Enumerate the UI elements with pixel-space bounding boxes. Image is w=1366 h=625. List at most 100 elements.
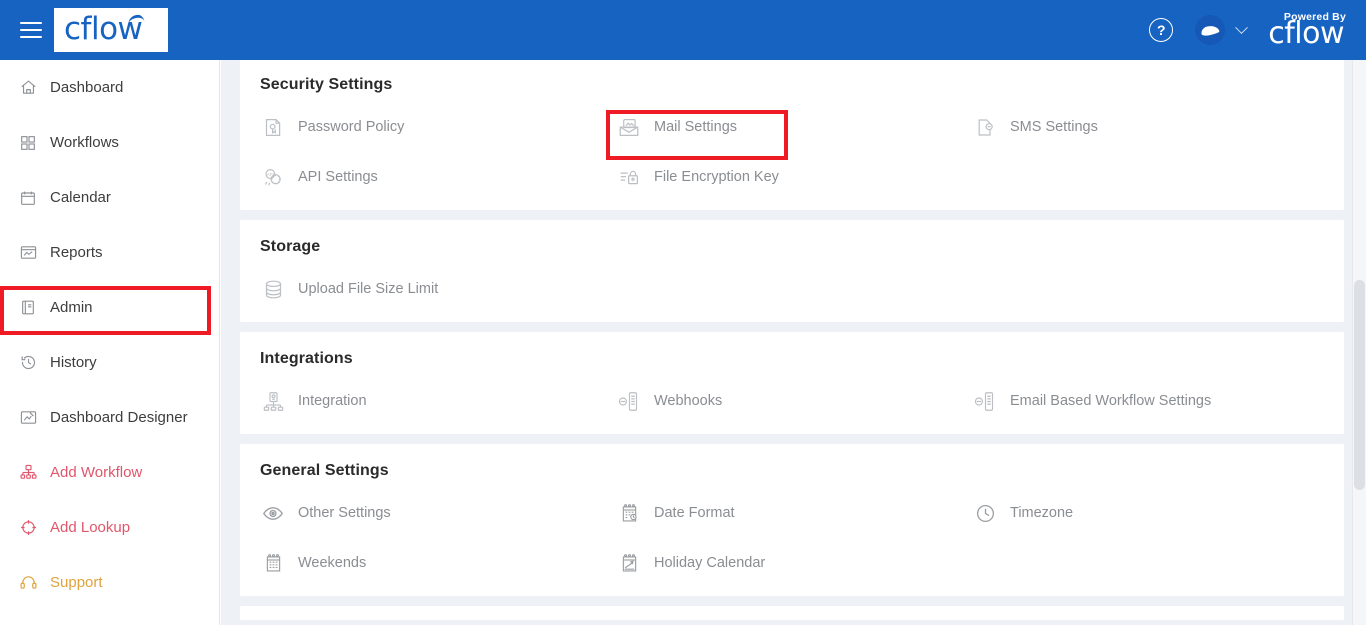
sidebar-item-label: Support — [50, 574, 103, 591]
sms-phone-icon — [972, 114, 998, 140]
option-label: Holiday Calendar — [654, 554, 766, 571]
option-other-settings[interactable]: Other Settings — [260, 496, 616, 530]
option-timezone[interactable]: Timezone — [972, 496, 1328, 530]
powered-by-cflow-logo: Powered By cflow — [1268, 11, 1356, 49]
sidebar-item-workflows[interactable]: Workflows — [0, 115, 219, 170]
sidebar-item-label: Add Lookup — [50, 519, 131, 536]
sidebar-item-label: Dashboard Designer — [50, 409, 188, 426]
option-label: Date Format — [654, 504, 735, 521]
card-integrations: Integrations Integration Webhooks Email … — [240, 332, 1344, 434]
server-integration-icon — [260, 388, 286, 414]
option-date-format[interactable]: Date Format — [616, 496, 972, 530]
settings-cards-list: Security Settings Password Policy Mail S… — [221, 60, 1366, 620]
clock-history-icon — [18, 353, 38, 373]
dashboard-designer-icon — [18, 408, 38, 428]
powered-by-logo-text: cflow — [1268, 16, 1344, 51]
card-partial-next — [240, 606, 1344, 620]
sidebar-item-add-workflow[interactable]: Add Workflow — [0, 445, 219, 500]
database-icon — [260, 276, 286, 302]
sidebar-item-label: Dashboard — [50, 79, 124, 96]
option-label: Other Settings — [298, 504, 391, 521]
option-label: Email Based Workflow Settings — [1010, 392, 1212, 409]
sidebar-item-dashboard[interactable]: Dashboard — [0, 60, 219, 115]
sidebar-item-admin[interactable]: Admin — [0, 280, 219, 335]
chevron-down-icon[interactable] — [1235, 20, 1249, 34]
option-label: Weekends — [298, 554, 367, 571]
option-api-settings[interactable]: API API Settings — [260, 160, 616, 194]
option-label: Timezone — [1010, 504, 1074, 521]
option-label: SMS Settings — [1010, 118, 1098, 135]
sidebar-item-label: Reports — [50, 244, 103, 261]
card-options-grid: Integration Webhooks Email Based Workflo… — [260, 384, 1322, 418]
add-workflow-icon — [18, 463, 38, 483]
report-chart-icon — [18, 243, 38, 263]
hamburger-menu-icon[interactable] — [20, 22, 42, 38]
file-lock-icon — [616, 164, 642, 190]
vertical-scrollbar-thumb[interactable] — [1354, 280, 1365, 490]
option-weekends[interactable]: Weekends — [260, 546, 616, 580]
grid-squares-icon — [18, 133, 38, 153]
card-storage: Storage Upload File Size Limit — [240, 220, 1344, 322]
main-content-area: Security Settings Password Policy Mail S… — [221, 60, 1366, 625]
option-integration[interactable]: Integration — [260, 384, 616, 418]
calendar-weekends-icon — [260, 550, 286, 576]
user-avatar[interactable] — [1195, 15, 1226, 45]
calendar-icon — [18, 188, 38, 208]
holiday-calendar-icon — [616, 550, 642, 576]
header-right-group: ? Powered By cflow — [1149, 11, 1366, 49]
add-lookup-icon — [18, 518, 38, 538]
cflow-logo[interactable]: cflow — [54, 8, 169, 52]
card-title: General Settings — [260, 462, 389, 479]
mail-envelope-icon — [616, 114, 642, 140]
card-general-settings: General Settings Other Settings Date For… — [240, 444, 1344, 596]
sidebar-item-dashboard-designer[interactable]: Dashboard Designer — [0, 390, 219, 445]
password-policy-icon — [260, 114, 286, 140]
sidebar-item-history[interactable]: History — [0, 335, 219, 390]
calendar-clock-icon — [616, 500, 642, 526]
sidebar-item-support[interactable]: Support — [0, 555, 219, 610]
card-options-grid: Other Settings Date Format Timezone Week… — [260, 496, 1322, 580]
option-label: Integration — [298, 392, 367, 409]
sidebar-item-reports[interactable]: Reports — [0, 225, 219, 280]
option-label: Webhooks — [654, 392, 723, 409]
card-options-grid: Upload File Size Limit — [260, 272, 1322, 306]
home-icon — [18, 78, 38, 98]
option-label: API Settings — [298, 168, 378, 185]
card-title: Storage — [260, 238, 321, 255]
sidebar-item-label: Admin — [50, 299, 93, 316]
webhook-icon — [616, 388, 642, 414]
api-gear-icon: API — [260, 164, 286, 190]
option-upload-file-size-limit[interactable]: Upload File Size Limit — [260, 272, 616, 306]
option-label: Upload File Size Limit — [298, 280, 439, 297]
sidebar-item-calendar[interactable]: Calendar — [0, 170, 219, 225]
card-options-grid: Password Policy Mail Settings SMS Settin… — [260, 110, 1322, 194]
option-email-based-workflow-settings[interactable]: Email Based Workflow Settings — [972, 384, 1328, 418]
vertical-scrollbar-track[interactable] — [1352, 60, 1366, 625]
option-password-policy[interactable]: Password Policy — [260, 110, 616, 144]
top-header-bar: cflow ? Powered By cflow — [0, 0, 1366, 60]
option-holiday-calendar[interactable]: Holiday Calendar — [616, 546, 972, 580]
question-mark-help-icon[interactable]: ? — [1149, 18, 1174, 42]
sidebar-item-label: Calendar — [50, 189, 111, 206]
option-file-encryption-key[interactable]: File Encryption Key — [616, 160, 972, 194]
sidebar-item-label: History — [50, 354, 97, 371]
card-title: Integrations — [260, 350, 353, 367]
clock-icon — [972, 500, 998, 526]
option-label: Password Policy — [298, 118, 405, 135]
option-mail-settings[interactable]: Mail Settings — [616, 110, 972, 144]
option-label: Mail Settings — [654, 118, 738, 135]
admin-book-icon — [18, 298, 38, 318]
sidebar-item-add-lookup[interactable]: Add Lookup — [0, 500, 219, 555]
headset-support-icon — [18, 573, 38, 593]
option-webhooks[interactable]: Webhooks — [616, 384, 972, 418]
option-label: File Encryption Key — [654, 168, 779, 185]
card-security-settings: Security Settings Password Policy Mail S… — [240, 60, 1344, 210]
option-sms-settings[interactable]: SMS Settings — [972, 110, 1328, 144]
sidebar-item-label: Add Workflow — [50, 464, 143, 481]
sidebar-item-label: Workflows — [50, 134, 119, 151]
left-sidebar-nav: Dashboard Workflows Calendar Reports Adm… — [0, 60, 220, 625]
eye-icon — [260, 500, 286, 526]
card-title: Security Settings — [260, 76, 393, 93]
avatar-swoosh-icon — [1200, 23, 1220, 37]
webhook-icon — [972, 388, 998, 414]
